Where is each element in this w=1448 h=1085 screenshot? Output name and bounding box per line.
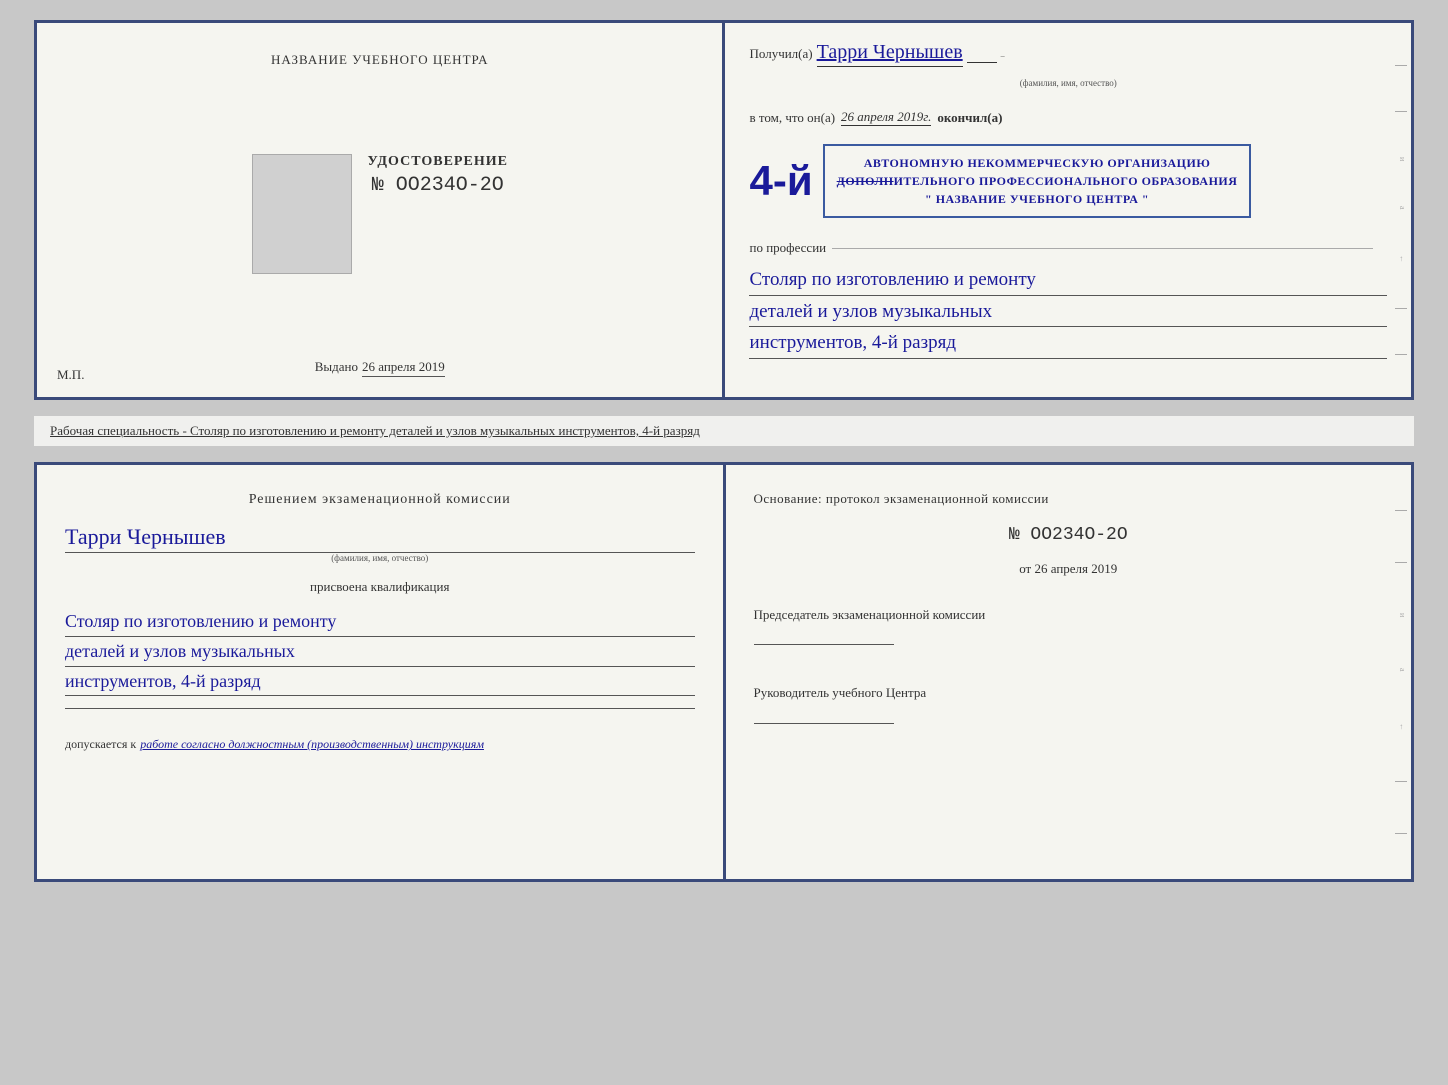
poluchil-line: Получил(а) Тарри Чернышев – <box>749 41 1387 67</box>
right-decoration: и а ← <box>1395 43 1407 377</box>
profession-line-1: Столяр по изготовлению и ремонту <box>749 266 1387 296</box>
kval-block: Столяр по изготовлению и ремонту деталей… <box>65 607 695 696</box>
rukovoditel-block: Руководитель учебного Центра <box>754 683 1384 738</box>
resheniem-text: Решением экзаменационной комиссии <box>65 489 695 510</box>
vtom-date: 26 апреля 2019г. <box>841 109 931 126</box>
predsedatel-label: Председатель экзаменационной комиссии <box>754 605 1384 625</box>
profession-block: Столяр по изготовлению и ремонту деталей… <box>749 266 1387 361</box>
dopusk-text: работе согласно должностным (производств… <box>140 737 484 752</box>
kval-line-1: Столяр по изготовлению и ремонту <box>65 607 695 637</box>
bottom-document: Решением экзаменационной комиссии Тарри … <box>34 462 1414 882</box>
prisvoena-text: присвоена квалификация <box>65 579 695 595</box>
dopusk-label: допускается к <box>65 737 136 752</box>
top-document: НАЗВАНИЕ УЧЕБНОГО ЦЕНТРА УДОСТОВЕРЕНИЕ №… <box>34 20 1414 400</box>
right-decoration-bottom: и а ← <box>1395 485 1407 859</box>
issued-block: Выдано 26 апреля 2019 <box>315 359 445 377</box>
profession-line-3: инструментов, 4-й разряд <box>749 329 1387 359</box>
issued-date: 26 апреля 2019 <box>362 359 445 377</box>
udostoverenie-label: УДОСТОВЕРЕНИЕ <box>368 154 508 170</box>
subtitle-text: Рабочая специальность - Столяр по изгото… <box>50 423 700 438</box>
ot-label: от <box>1019 561 1031 576</box>
udostoverenie-block: УДОСТОВЕРЕНИЕ № OO234O-2O <box>368 154 508 197</box>
mp-label: М.П. <box>57 367 84 383</box>
predsedatel-block: Председатель экзаменационной комиссии <box>754 605 1384 660</box>
ot-date-value: 26 апреля 2019 <box>1034 561 1117 576</box>
top-doc-right: Получил(а) Тарри Чернышев – (фамилия, им… <box>725 23 1411 397</box>
subtitle-bar: Рабочая специальность - Столяр по изгото… <box>34 416 1414 446</box>
rukovoditel-label: Руководитель учебного Центра <box>754 683 1384 703</box>
recipient-name: Тарри Чернышев <box>817 41 963 67</box>
dopuskaetsya-block: допускается к работе согласно должностны… <box>65 737 695 752</box>
stamp-block: АВТОНОМНУЮ НЕКОММЕРЧЕСКУЮ ОРГАНИЗАЦИЮ ДО… <box>823 144 1252 218</box>
kval-line-3: инструментов, 4-й разряд <box>65 667 695 697</box>
big-number: 4-й <box>749 160 812 202</box>
institution-title-top: НАЗВАНИЕ УЧЕБНОГО ЦЕНТРА <box>271 51 488 69</box>
stamp-line1: АВТОНОМНУЮ НЕКОММЕРЧЕСКУЮ ОРГАНИЗАЦИЮ <box>837 154 1238 172</box>
photo-placeholder <box>252 154 352 274</box>
top-doc-left: НАЗВАНИЕ УЧЕБНОГО ЦЕНТРА УДОСТОВЕРЕНИЕ №… <box>37 23 722 397</box>
stamp-line3: " НАЗВАНИЕ УЧЕБНОГО ЦЕНТРА " <box>837 190 1238 208</box>
vtom-prefix: в том, что он(а) <box>749 110 835 126</box>
issued-label: Выдано <box>315 359 358 375</box>
kval-line-2: деталей и узлов музыкальных <box>65 637 695 667</box>
udostoverenie-number: № OO234O-2O <box>368 174 508 197</box>
predsedatel-signature-line <box>754 644 894 645</box>
po-professii-label: по профессии <box>749 240 826 256</box>
stamp-line2: ДОПОЛНИТЕЛЬНОГО ПРОФЕССИОНАЛЬНОГО ОБРАЗО… <box>837 172 1238 190</box>
vtom-line: в том, что он(а) 26 апреля 2019г. окончи… <box>749 109 1387 126</box>
bottom-doc-left: Решением экзаменационной комиссии Тарри … <box>37 465 723 879</box>
rukovoditel-signature-line <box>754 723 894 724</box>
osnovanie-text: Основание: протокол экзаменационной коми… <box>754 489 1384 509</box>
ot-date: от 26 апреля 2019 <box>754 561 1384 577</box>
bottom-name-block: Тарри Чернышев (фамилия, имя, отчество) <box>65 518 695 563</box>
protocol-number: № OO234O-2O <box>754 525 1384 545</box>
okoncil-label: окончил(а) <box>937 110 1002 126</box>
profession-line-2: деталей и узлов музыкальных <box>749 298 1387 328</box>
bottom-doc-right: Основание: протокол экзаменационной коми… <box>726 465 1412 879</box>
fio-label-top: (фамилия, имя, отчество) <box>1020 78 1117 88</box>
bottom-recipient-name: Тарри Чернышев <box>65 524 695 553</box>
bottom-fio-label: (фамилия, имя, отчество) <box>65 553 695 563</box>
poluchil-prefix: Получил(а) <box>749 46 812 62</box>
